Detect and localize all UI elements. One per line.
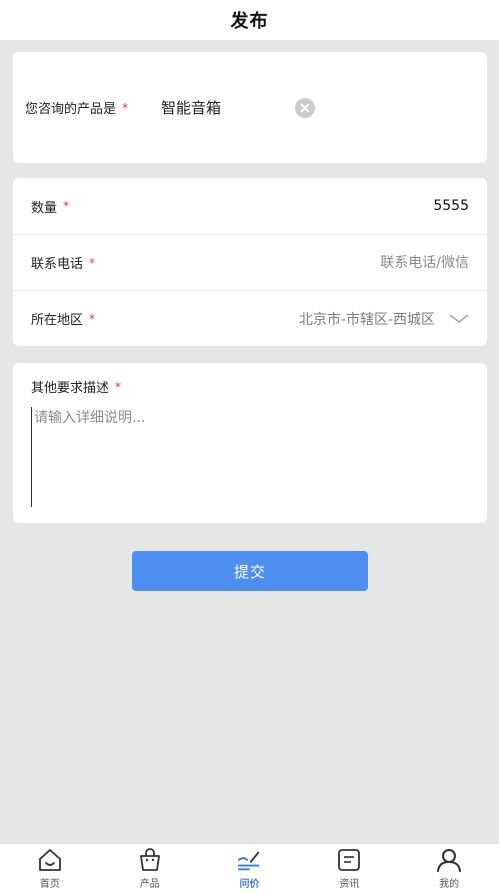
description-textarea[interactable] [31, 407, 471, 507]
chevron-down-icon [449, 313, 469, 323]
phone-input[interactable] [249, 254, 469, 271]
region-selector[interactable]: 北京市-市辖区-西城区 [299, 309, 469, 329]
phone-label-text: 联系电话 [31, 257, 84, 272]
required-mark: * [89, 255, 96, 270]
tab-home[interactable]: 首页 [0, 844, 100, 893]
product-row: 您咨询的产品是 * 智能音箱 [13, 52, 487, 163]
header: 发布 [0, 0, 499, 40]
quantity-input[interactable]: 5555 [433, 198, 469, 214]
tab-mine[interactable]: 我的 [399, 844, 499, 893]
description-label-text: 其他要求描述 [31, 381, 110, 396]
fields-card: 数量 * 5555 联系电话 * 所在地区 * 北京市-市辖区-西城区 [13, 178, 487, 346]
description-label: 其他要求描述 * [31, 377, 122, 397]
product-label-text: 您咨询的产品是 [25, 102, 117, 117]
product-value[interactable]: 智能音箱 [161, 97, 295, 118]
phone-row: 联系电话 * [13, 234, 487, 290]
required-mark: * [122, 100, 129, 115]
tab-label: 我的 [439, 879, 460, 890]
product-label: 您咨询的产品是 * [25, 98, 161, 118]
submit-button[interactable]: 提交 [132, 551, 368, 591]
news-icon [336, 847, 362, 873]
region-row[interactable]: 所在地区 * 北京市-市辖区-西城区 [13, 290, 487, 346]
clear-product-button[interactable] [295, 97, 315, 118]
region-label: 所在地区 * [31, 309, 96, 329]
tab-products[interactable]: 产品 [100, 844, 200, 893]
page-title: 发布 [230, 11, 269, 32]
tab-label: 首页 [39, 879, 60, 890]
home-icon [37, 847, 63, 873]
tab-news[interactable]: 资讯 [299, 844, 399, 893]
required-mark: * [89, 311, 96, 326]
tab-label: 问价 [239, 879, 260, 890]
tab-label: 资讯 [339, 879, 360, 890]
publish-page: 发布 您咨询的产品是 * 智能音箱 数量 * 5555 联系电话 * 联系电话/… [0, 0, 499, 893]
quantity-label: 数量 * [31, 197, 69, 216]
tab-label: 产品 [139, 879, 160, 890]
description-card: 其他要求描述 * [13, 363, 487, 523]
region-label-text: 所在地区 [31, 313, 84, 328]
close-icon [300, 103, 310, 112]
product-card: 您咨询的产品是 * 智能音箱 [13, 52, 487, 163]
bag-icon [137, 847, 163, 873]
pen-icon [236, 847, 262, 873]
bottom-tab-bar: 首页 产品 问价 资讯 我的 [0, 843, 499, 893]
required-mark: * [115, 379, 122, 394]
phone-label: 联系电话 * [31, 253, 96, 273]
tab-inquiry[interactable]: 问价 [200, 844, 300, 893]
quantity-label-text: 数量 [31, 200, 58, 216]
region-value: 北京市-市辖区-西城区 [298, 311, 435, 328]
quantity-row: 数量 * 5555 [13, 178, 487, 234]
required-mark: * [63, 199, 70, 213]
user-icon [436, 847, 462, 873]
